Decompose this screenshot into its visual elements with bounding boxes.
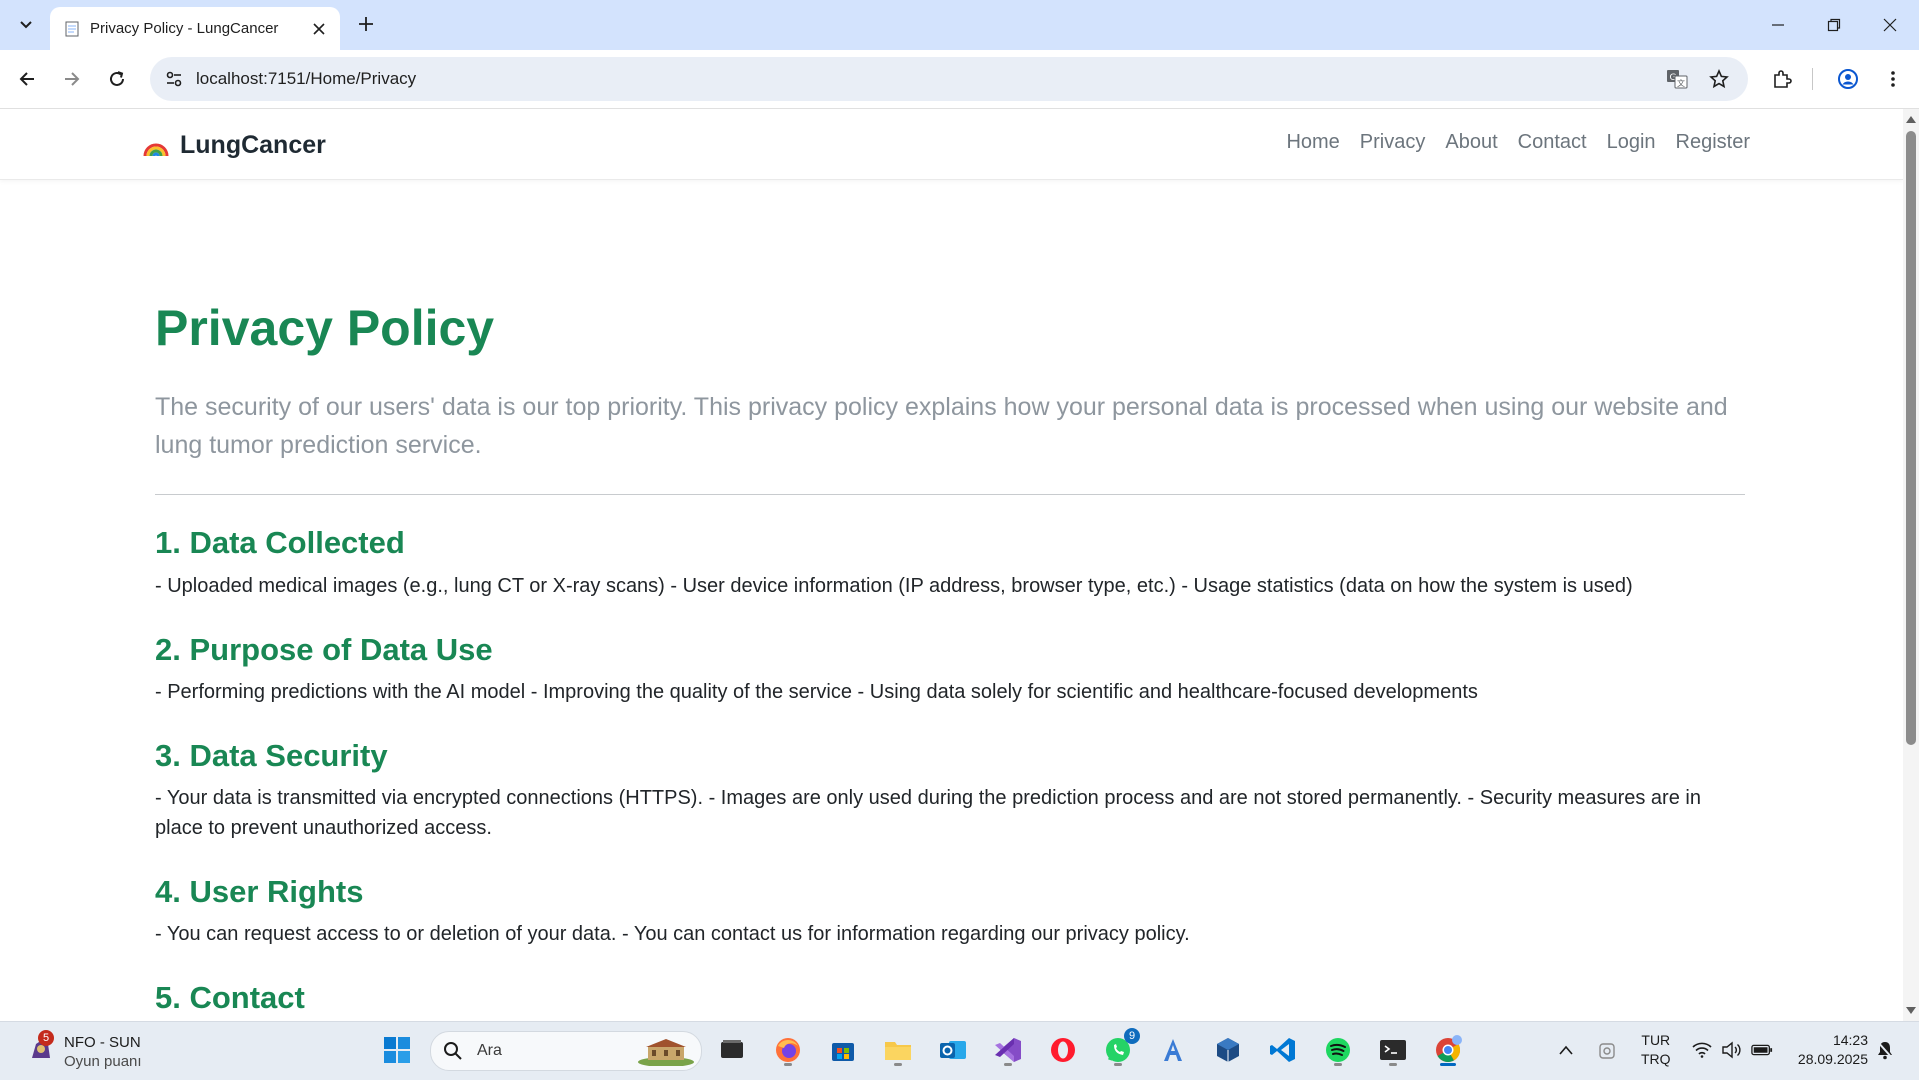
chrome-icon[interactable] <box>1430 1032 1466 1068</box>
brand-name: LungCancer <box>180 131 326 159</box>
address-bar[interactable]: localhost:7151/Home/Privacy G文 <box>150 57 1748 101</box>
section-body: - You can request access to or deletion … <box>155 923 1190 945</box>
close-icon[interactable] <box>308 18 330 40</box>
extensions-icon[interactable] <box>1766 63 1798 95</box>
keyboard-layout: TRQ <box>1641 1051 1671 1067</box>
microsoft-store-icon[interactable] <box>825 1032 861 1068</box>
toolbar-separator <box>1812 68 1813 90</box>
language-code: TUR <box>1641 1032 1671 1048</box>
battery-icon[interactable] <box>1751 1039 1773 1061</box>
task-view-icon[interactable] <box>714 1032 750 1068</box>
kebab-menu-icon[interactable] <box>1877 63 1909 95</box>
section-body: - Uploaded medical images (e.g., lung CT… <box>155 575 1633 597</box>
scroll-up-icon[interactable] <box>1906 114 1916 124</box>
nav-link-register[interactable]: Register <box>1676 131 1750 154</box>
back-arrow-icon[interactable] <box>11 63 43 95</box>
widget-subtitle: Oyun puanı <box>64 1053 142 1070</box>
section-heading: 3. Data Security <box>155 738 388 773</box>
notification-badge: 9 <box>1124 1028 1140 1044</box>
search-icon <box>444 1042 462 1060</box>
outlook-icon[interactable] <box>935 1032 971 1068</box>
rainbow-logo-icon <box>143 143 169 156</box>
lead-paragraph: The security of our users' data is our t… <box>155 393 1728 459</box>
url-text[interactable]: localhost:7151/Home/Privacy <box>196 69 416 89</box>
terminal-icon[interactable] <box>1375 1032 1411 1068</box>
page-favicon-icon <box>65 21 79 37</box>
nav-link-privacy[interactable]: Privacy <box>1360 131 1426 154</box>
spotify-icon[interactable] <box>1320 1032 1356 1068</box>
search-highlight-image-icon <box>638 1039 694 1066</box>
nav-links: Home Privacy About Contact Login Registe… <box>1266 131 1750 154</box>
notifications-bell-icon[interactable] <box>1874 1039 1896 1061</box>
translator-app-icon[interactable] <box>1155 1032 1191 1068</box>
widgets-button[interactable]: 5 NFO - SUN Oyun puanı <box>24 1030 164 1072</box>
running-indicator <box>1114 1063 1122 1066</box>
divider <box>155 494 1745 495</box>
page-viewport: LungCancer Home Privacy About Contact Lo… <box>0 109 1903 1021</box>
section-heading: 5. Contact <box>155 980 305 1015</box>
minimize-icon[interactable] <box>1750 0 1806 50</box>
system-clock[interactable]: 14:23 28.09.2025 <box>1792 1031 1868 1069</box>
nav-link-login[interactable]: Login <box>1607 131 1656 154</box>
running-indicator <box>1004 1063 1012 1066</box>
section-body: - Your data is transmitted via encrypted… <box>155 787 1701 839</box>
browser-tab-active[interactable]: Privacy Policy - LungCancer <box>50 7 340 50</box>
running-indicator <box>1389 1063 1397 1066</box>
wifi-icon[interactable] <box>1691 1039 1713 1061</box>
running-indicator <box>894 1063 902 1066</box>
chevron-up-icon[interactable] <box>1555 1039 1577 1061</box>
firefox-icon[interactable] <box>770 1032 806 1068</box>
taskbar: 5 NFO - SUN Oyun puanı Ara 9 TUR TRQ 14:… <box>0 1021 1919 1080</box>
browser-toolbar: localhost:7151/Home/Privacy G文 <box>0 50 1919 109</box>
windows-start-icon[interactable] <box>379 1032 415 1068</box>
input-language[interactable]: TUR TRQ <box>1641 1031 1671 1069</box>
scrollbar-thumb[interactable] <box>1906 131 1916 745</box>
scroll-down-icon[interactable] <box>1906 1006 1916 1016</box>
opera-icon[interactable] <box>1045 1032 1081 1068</box>
reload-icon[interactable] <box>101 63 133 95</box>
page-title: Privacy Policy <box>155 300 495 356</box>
visual-studio-icon[interactable] <box>990 1032 1026 1068</box>
translate-icon[interactable]: G文 <box>1663 65 1691 93</box>
forward-arrow-icon[interactable] <box>56 63 88 95</box>
section-heading: 2. Purpose of Data Use <box>155 632 493 667</box>
taskbar-search[interactable]: Ara <box>430 1031 702 1071</box>
vscode-icon[interactable] <box>1265 1032 1301 1068</box>
clock-time: 14:23 <box>1832 1032 1868 1048</box>
section-heading: 4. User Rights <box>155 874 364 909</box>
nav-link-home[interactable]: Home <box>1286 131 1339 154</box>
running-indicator <box>1334 1063 1342 1066</box>
restore-icon[interactable] <box>1806 0 1862 50</box>
active-indicator <box>1440 1063 1456 1066</box>
profile-icon[interactable] <box>1832 63 1864 95</box>
search-placeholder: Ara <box>477 1042 502 1059</box>
page-scrollbar[interactable] <box>1903 109 1919 1021</box>
file-explorer-icon[interactable] <box>880 1032 916 1068</box>
star-icon[interactable] <box>1705 65 1733 93</box>
site-info-icon[interactable] <box>160 65 188 93</box>
close-window-icon[interactable] <box>1862 0 1918 50</box>
section-heading: 1. Data Collected <box>155 525 405 560</box>
whatsapp-icon[interactable]: 9 <box>1100 1028 1140 1068</box>
volume-icon[interactable] <box>1720 1039 1742 1061</box>
virtualbox-icon[interactable] <box>1210 1032 1246 1068</box>
brand-link[interactable]: LungCancer <box>143 131 326 160</box>
tab-title: Privacy Policy - LungCancer <box>90 20 279 37</box>
copilot-tray-icon[interactable] <box>1596 1039 1618 1061</box>
clock-date: 28.09.2025 <box>1797 1051 1868 1067</box>
section-body: - Performing predictions with the AI mod… <box>155 681 1478 703</box>
browser-tab-bar: Privacy Policy - LungCancer <box>0 0 1919 50</box>
running-indicator <box>784 1063 792 1066</box>
tab-search-icon[interactable] <box>10 8 42 40</box>
nav-link-contact[interactable]: Contact <box>1518 131 1587 154</box>
widget-badge: 5 <box>38 1030 54 1046</box>
site-navbar: LungCancer Home Privacy About Contact Lo… <box>0 109 1903 180</box>
plus-icon[interactable] <box>352 10 380 38</box>
svg-text:文: 文 <box>1677 78 1685 88</box>
widget-title: NFO - SUN <box>64 1034 141 1051</box>
nav-link-about[interactable]: About <box>1445 131 1497 154</box>
